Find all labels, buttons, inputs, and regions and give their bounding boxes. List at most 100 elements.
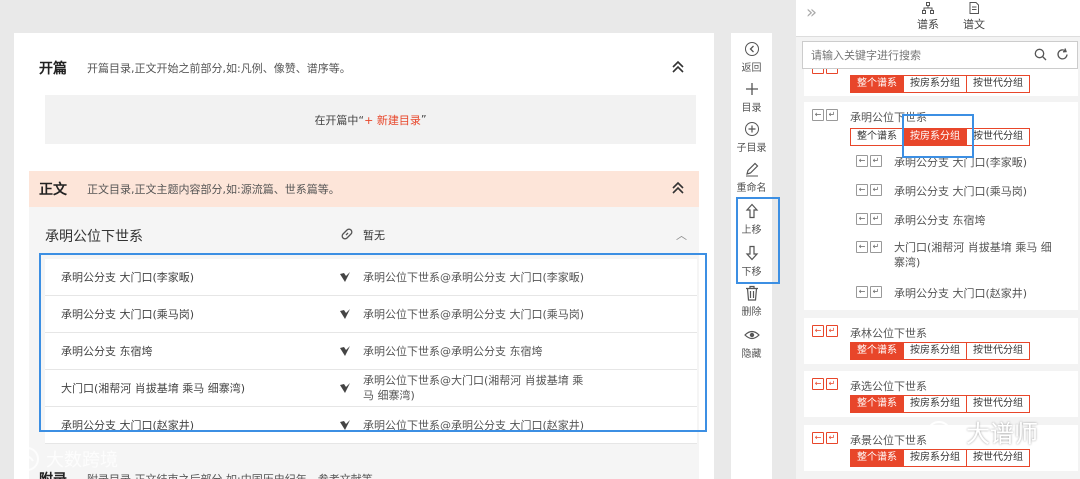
enter-icon[interactable]: ↵ xyxy=(826,325,838,337)
link-status: 暂无 xyxy=(363,229,385,242)
logo-icon xyxy=(15,447,39,471)
hide-label: 隐藏 xyxy=(741,349,762,360)
tree-sub-item[interactable]: ← ↵ 承明公分支 大门口(赵家井) xyxy=(856,285,1027,301)
section-title: 正文 xyxy=(39,182,67,198)
item-controls: ← ↵ xyxy=(856,241,882,253)
group-title[interactable]: 承明公位下世系 xyxy=(45,226,143,246)
section-fulu-header[interactable]: 附录 附录目录,正文结束之后部分,如:中国历史纪年、参考文献等。 xyxy=(29,461,699,479)
add-dir-button[interactable]: 目录 xyxy=(731,81,772,114)
collapse-left-icon[interactable]: ← xyxy=(856,286,868,298)
tree-card: ← ↵ 承林公位下世系 整个谱系 按房系分组 按世代分组 xyxy=(804,318,1078,364)
link-icon[interactable] xyxy=(340,227,354,241)
back-icon xyxy=(744,42,759,56)
rename-button[interactable]: 重命名 xyxy=(731,161,772,194)
collapse-icon[interactable] xyxy=(671,181,685,195)
enter-icon[interactable]: ↵ xyxy=(870,213,882,225)
group-buttons: 整个谱系 按房系分组 按世代分组 xyxy=(850,342,1030,360)
card-title[interactable]: 承景公位下世系 xyxy=(850,432,927,448)
tree-sub-item[interactable]: ← ↵ 承明公分支 大门口(乘马岗) xyxy=(856,183,1027,199)
search-icon[interactable] xyxy=(1034,48,1047,61)
wechat-icon xyxy=(928,420,957,442)
card-title[interactable]: 承选公位下世系 xyxy=(850,378,927,394)
search-box xyxy=(802,41,1078,69)
rename-label: 重命名 xyxy=(736,183,767,194)
enter-icon[interactable]: ↵ xyxy=(826,432,838,444)
enter-icon[interactable]: ↵ xyxy=(870,155,882,167)
refresh-icon[interactable] xyxy=(1056,48,1069,61)
btn-by-generation[interactable]: 按世代分组 xyxy=(966,395,1030,413)
collapse-left-icon[interactable]: ← xyxy=(812,109,824,121)
tree-sub-item[interactable]: ← ↵ 承明公分支 东宿垮 xyxy=(856,212,986,228)
item-controls: ← ↵ xyxy=(856,286,882,298)
delete-button[interactable]: 删除 xyxy=(731,285,772,318)
collapse-left-icon[interactable]: ← xyxy=(812,378,824,390)
collapse-icon[interactable] xyxy=(671,60,685,74)
card-title[interactable]: 承林公位下世系 xyxy=(850,325,927,341)
item-controls: ← ↵ xyxy=(856,155,882,167)
btn-whole[interactable]: 整个谱系 xyxy=(850,75,904,93)
enter-icon[interactable]: ↵ xyxy=(826,378,838,390)
collapse-left-icon[interactable]: ← xyxy=(812,325,824,337)
new-catalog-prefix: 在开篇中“ xyxy=(314,113,365,127)
btn-by-house[interactable]: 按房系分组 xyxy=(903,395,967,413)
tab-puwen[interactable]: 谱文 xyxy=(954,2,994,32)
tree-sub-item[interactable]: ← ↵ 大门口(湘帮河 肖拔基堉 乘马 细寨湾) xyxy=(856,240,1056,270)
search-input[interactable] xyxy=(803,42,1033,68)
btn-whole[interactable]: 整个谱系 xyxy=(850,342,904,360)
add-subdir-button[interactable]: 子目录 xyxy=(731,121,772,154)
watermark-left: 大数跨境 xyxy=(14,446,118,472)
tab-pusi[interactable]: 谱系 xyxy=(908,2,948,32)
section-description: 正文目录,正文主题内容部分,如:源流篇、世系篇等。 xyxy=(87,183,340,196)
card-controls: ← ↵ xyxy=(812,378,838,390)
btn-by-house[interactable]: 按房系分组 xyxy=(903,449,967,467)
watermark-text: 大谱师 xyxy=(966,420,1038,448)
sub-label: 大门口(湘帮河 肖拔基堉 乘马 细寨湾) xyxy=(894,241,1052,269)
plus-circle-icon xyxy=(744,122,759,136)
btn-by-generation[interactable]: 按世代分组 xyxy=(966,75,1030,93)
section-title: 开篇 xyxy=(39,61,67,77)
card-controls: ← ↵ xyxy=(812,325,838,337)
new-catalog-suffix: ” xyxy=(420,113,427,126)
new-catalog-area: 在开篇中“ + 新建目录 ” xyxy=(45,95,696,144)
group-buttons: 整个谱系 按房系分组 按世代分组 xyxy=(850,449,1030,467)
subdir-label: 子目录 xyxy=(736,143,767,154)
button-highlight xyxy=(902,114,974,158)
btn-by-generation[interactable]: 按世代分组 xyxy=(966,342,1030,360)
tab-label: 谱文 xyxy=(963,18,985,31)
collapse-left-icon[interactable]: ← xyxy=(856,184,868,196)
btn-whole[interactable]: 整个谱系 xyxy=(850,128,904,146)
sub-label: 承明公分支 大门口(乘马岗) xyxy=(894,185,1028,198)
delete-label: 删除 xyxy=(741,307,762,318)
watermark-text: 大数跨境 xyxy=(46,450,118,471)
back-button[interactable]: 返回 xyxy=(731,41,772,74)
new-catalog-link[interactable]: + 新建目录 xyxy=(364,112,421,128)
btn-by-generation[interactable]: 按世代分组 xyxy=(966,128,1030,146)
btn-by-generation[interactable]: 按世代分组 xyxy=(966,449,1030,467)
watermark-right: 大谱师 xyxy=(928,414,1038,449)
collapse-left-icon[interactable]: ← xyxy=(856,213,868,225)
right-panel: » 谱系 谱文 ← ↵ 整个谱系 按房系分组 按世代分组 ← ↵ 承明公 xyxy=(796,0,1080,479)
btn-by-house[interactable]: 按房系分组 xyxy=(903,342,967,360)
selection-highlight xyxy=(39,253,707,432)
enter-icon[interactable]: ↵ xyxy=(870,241,882,253)
section-zhengwen-header[interactable]: 正文 正文目录,正文主题内容部分,如:源流篇、世系篇等。 xyxy=(29,171,699,207)
collapse-panel-icon[interactable]: » xyxy=(806,2,817,23)
enter-icon[interactable]: ↵ xyxy=(826,109,838,121)
collapse-left-icon[interactable]: ← xyxy=(856,241,868,253)
item-controls: ← ↵ xyxy=(856,184,882,196)
section-kaipian-header[interactable]: 开篇 开篇目录,正文开始之前部分,如:凡例、像赞、谱序等。 xyxy=(29,50,699,86)
group-buttons: 整个谱系 按房系分组 按世代分组 xyxy=(850,395,1030,413)
collapse-left-icon[interactable]: ← xyxy=(856,155,868,167)
chevron-up-icon[interactable]: ︿ xyxy=(676,227,687,243)
btn-whole[interactable]: 整个谱系 xyxy=(850,395,904,413)
hide-button[interactable]: 隐藏 xyxy=(731,327,772,360)
enter-icon[interactable]: ↵ xyxy=(870,184,882,196)
dir-label: 目录 xyxy=(741,103,762,114)
back-label: 返回 xyxy=(741,63,762,74)
item-controls: ← ↵ xyxy=(856,213,882,225)
enter-icon[interactable]: ↵ xyxy=(870,286,882,298)
card-controls: ← ↵ xyxy=(812,109,838,121)
btn-by-house[interactable]: 按房系分组 xyxy=(903,75,967,93)
collapse-left-icon[interactable]: ← xyxy=(812,432,824,444)
btn-whole[interactable]: 整个谱系 xyxy=(850,449,904,467)
